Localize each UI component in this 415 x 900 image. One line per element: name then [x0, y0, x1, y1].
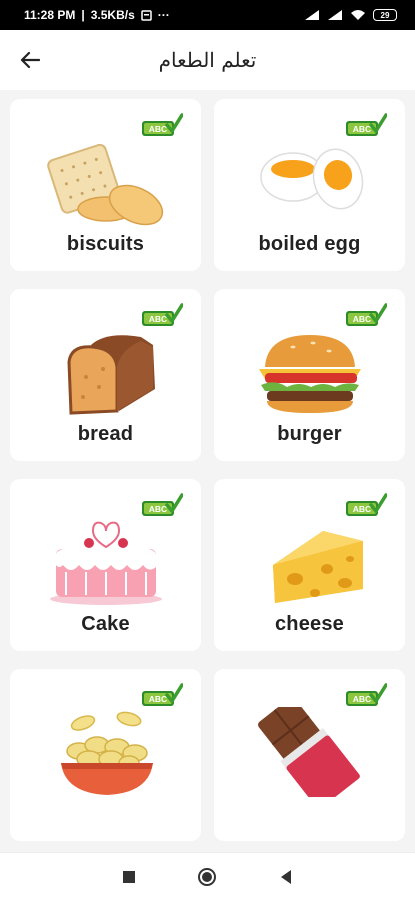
wifi-icon: [351, 10, 365, 20]
abc-check-badge-icon: [141, 493, 183, 518]
app-bar: تعلم الطعام: [0, 30, 415, 90]
burger-image: [258, 335, 361, 413]
food-label: boiled egg: [258, 233, 361, 255]
food-card-cheese[interactable]: cheese: [214, 479, 405, 651]
more-notifications: ···: [157, 8, 170, 22]
abc-check-badge-icon: [345, 493, 387, 518]
abc-check-badge-icon: [141, 683, 183, 708]
abc-check-badge-icon: [345, 113, 387, 138]
food-label: biscuits: [66, 233, 145, 255]
status-bar: 11:28 PM | 3.5KB/s ··· 29: [0, 0, 415, 30]
boiled-egg-image: [259, 148, 363, 210]
food-label: Cake: [81, 613, 130, 635]
food-label: burger: [277, 423, 342, 445]
circle-icon: [198, 867, 217, 886]
signal-icon-2: [328, 10, 342, 20]
home-button[interactable]: [192, 862, 222, 892]
back-nav-button[interactable]: [271, 862, 301, 892]
system-nav-bar: [0, 852, 415, 900]
food-card-cake[interactable]: Cake: [10, 479, 201, 651]
abc-check-badge-icon: [141, 113, 183, 138]
food-card-chocolate[interactable]: [214, 669, 405, 841]
status-time: 11:28 PM: [24, 8, 76, 22]
notification-icon: [141, 9, 152, 21]
cheese-image: [272, 531, 363, 603]
signal-icon: [305, 10, 319, 20]
food-label: bread: [77, 423, 134, 445]
food-card-bread[interactable]: bread: [10, 289, 201, 461]
bread-image: [66, 335, 155, 415]
food-card-boiled-egg[interactable]: boiled egg: [214, 99, 405, 271]
chips-image: [60, 711, 153, 795]
food-card-biscuits[interactable]: biscuits: [10, 99, 201, 271]
chocolate-image: [257, 707, 360, 797]
triangle-back-icon: [280, 869, 291, 884]
battery-icon: 29: [373, 9, 397, 21]
biscuits-image: [46, 143, 163, 226]
food-label: cheese: [274, 613, 345, 635]
food-grid: biscuits boiled egg bread burger Cake ch…: [0, 90, 415, 852]
arrow-left-icon: [20, 51, 40, 69]
food-card-burger[interactable]: burger: [214, 289, 405, 461]
recent-apps-button[interactable]: [114, 862, 144, 892]
square-icon: [123, 870, 136, 883]
status-network-speed: 3.5KB/s: [90, 8, 135, 22]
abc-check-badge-icon: [345, 303, 387, 328]
back-button[interactable]: [14, 44, 46, 76]
abc-check-badge-icon: [345, 683, 387, 708]
food-card-chips[interactable]: [10, 669, 201, 841]
cake-image: [49, 521, 162, 605]
page-title: تعلم الطعام: [158, 48, 257, 72]
abc-check-badge-icon: [141, 303, 183, 328]
